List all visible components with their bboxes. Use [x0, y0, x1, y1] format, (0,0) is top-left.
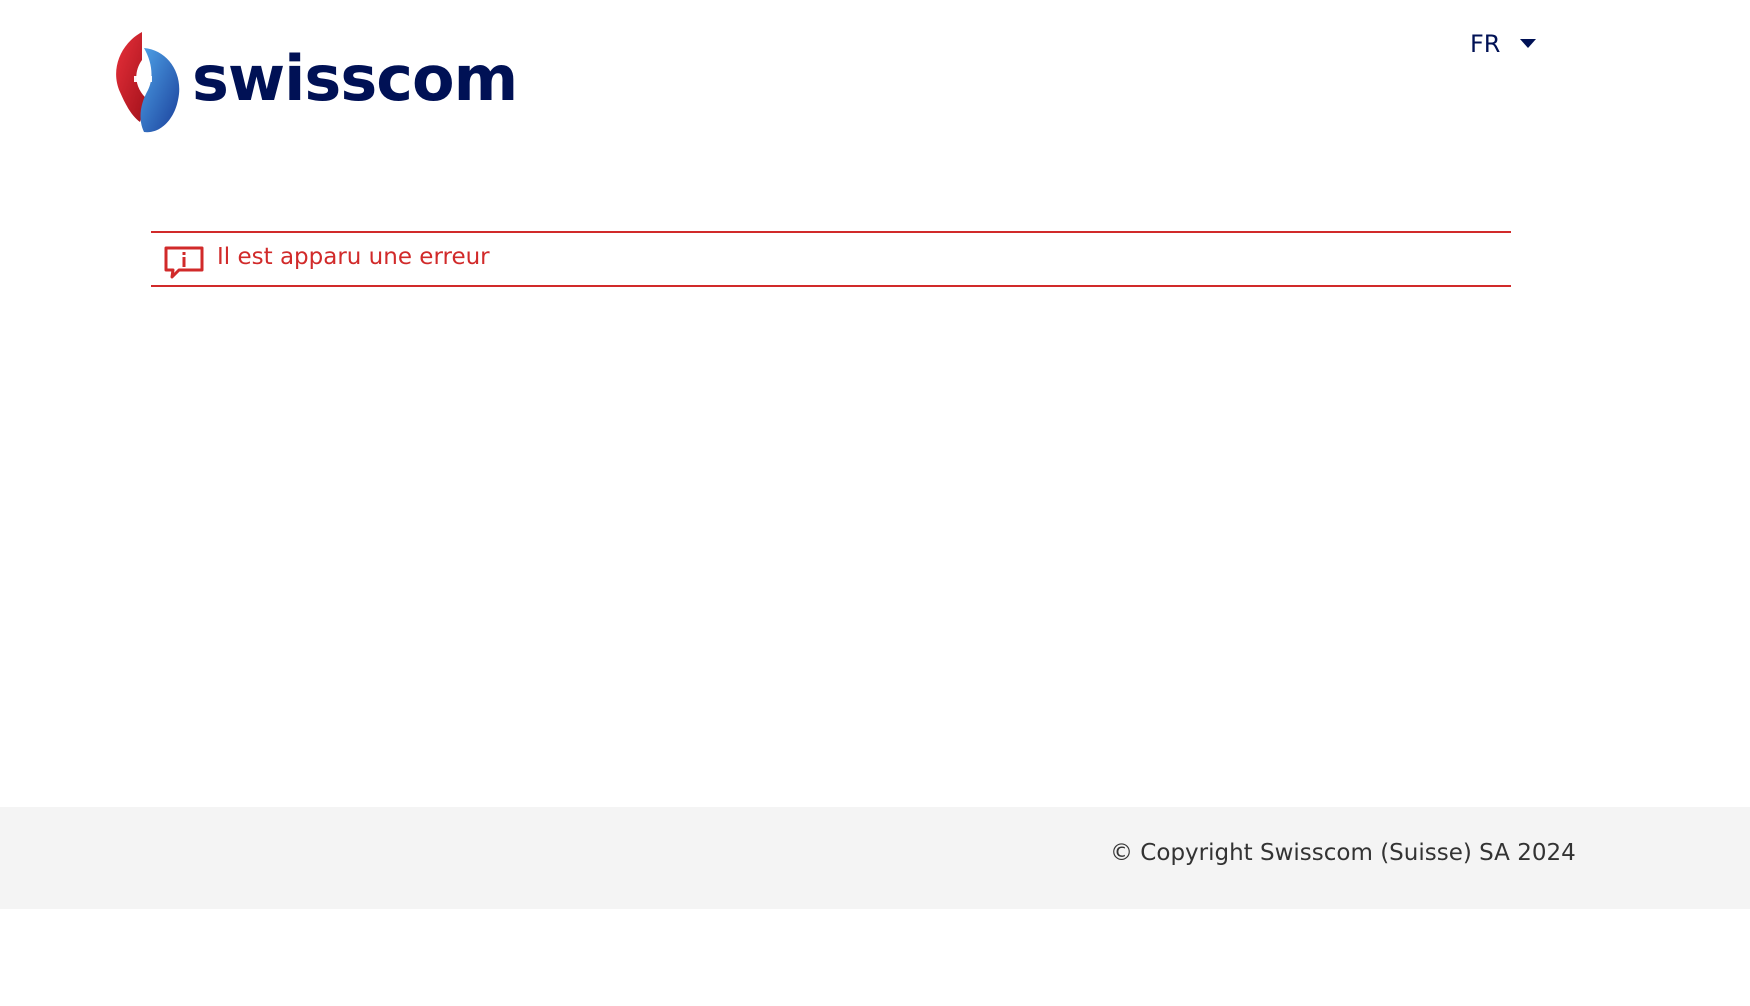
- swisscom-logo[interactable]: swisscom: [110, 30, 518, 136]
- copyright-text: © Copyright Swisscom (Suisse) SA 2024: [1110, 840, 1576, 866]
- logo-wordmark: swisscom: [192, 42, 518, 115]
- error-alert: Il est apparu une erreur: [151, 231, 1511, 287]
- error-message: Il est apparu une erreur: [217, 244, 490, 270]
- language-selector[interactable]: FR: [1470, 30, 1537, 58]
- footer: © Copyright Swisscom (Suisse) SA 2024: [0, 807, 1750, 909]
- page: swisscom FR Il est apparu une erreur © C…: [0, 0, 1750, 1006]
- info-speech-bubble-icon: [164, 246, 204, 279]
- swisscom-logo-icon: [116, 32, 180, 133]
- caret-down-icon: [1520, 38, 1537, 48]
- language-label: FR: [1470, 30, 1501, 58]
